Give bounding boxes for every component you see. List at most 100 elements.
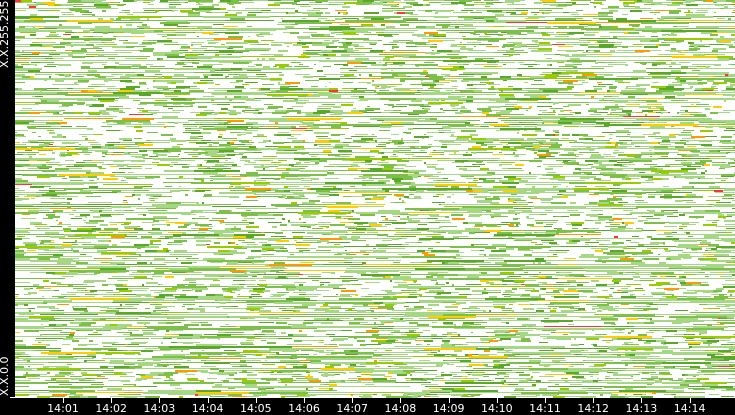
heatmap-cell [640, 278, 670, 279]
heatmap-cell [107, 88, 120, 89]
heatmap-cell [378, 210, 386, 212]
heatmap-cell [559, 154, 561, 156]
heatmap-cell [47, 130, 54, 131]
heatmap-cell [427, 190, 438, 191]
heatmap-cell [596, 120, 649, 121]
heatmap-cell [348, 168, 357, 170]
heatmap-cell [730, 158, 735, 160]
heatmap-cell [50, 142, 54, 143]
heatmap-cell [460, 110, 471, 112]
heatmap-cell [352, 240, 366, 241]
heatmap-cell [595, 230, 611, 231]
heatmap-cell [522, 122, 534, 123]
heatmap-cell [529, 276, 533, 277]
heatmap-cell [686, 232, 690, 234]
heatmap-cell [51, 282, 56, 284]
heatmap-cell [28, 154, 36, 155]
heatmap-cell [343, 12, 346, 14]
heatmap-cell [537, 124, 562, 126]
heatmap-cell [657, 122, 667, 123]
heatmap-cell [606, 62, 609, 63]
heatmap-cell [729, 4, 732, 5]
heatmap-cell [378, 144, 386, 145]
heatmap-cell [249, 118, 287, 120]
heatmap-cell [563, 106, 569, 107]
heatmap-cell [570, 202, 576, 204]
heatmap-cell [245, 144, 252, 145]
heatmap-cell [210, 176, 225, 177]
heatmap-cell [198, 2, 200, 4]
heatmap-cell [451, 106, 455, 107]
heatmap-cell [398, 142, 404, 144]
heatmap-cell [448, 64, 455, 65]
heatmap-cell [141, 164, 152, 165]
heatmap-cell [62, 104, 73, 106]
heatmap-cell [705, 276, 709, 277]
heatmap-cell [402, 200, 404, 202]
heatmap-cell [588, 110, 597, 112]
heatmap-cell [646, 68, 696, 69]
heatmap-cell [47, 100, 59, 102]
heatmap-cell [367, 116, 400, 117]
heatmap-cell [715, 4, 724, 6]
heatmap-cell [96, 230, 136, 231]
heatmap-cell [51, 0, 55, 1]
heatmap-cell [257, 196, 260, 197]
heatmap-cell [51, 240, 54, 241]
heatmap-cell [102, 156, 105, 157]
heatmap-cell [516, 10, 528, 11]
heatmap-cell [722, 212, 735, 213]
heatmap-cell [641, 160, 652, 162]
heatmap-cell [459, 66, 464, 68]
heatmap-cell [586, 50, 588, 52]
heatmap-cell [270, 182, 325, 183]
heatmap-cell [726, 216, 732, 217]
heatmap-cell [474, 150, 487, 151]
heatmap-cell [522, 210, 532, 212]
heatmap-cell [478, 50, 486, 51]
heatmap-cell [65, 160, 74, 161]
heatmap-cell [681, 50, 685, 51]
heatmap-cell [192, 156, 198, 157]
heatmap-cell [394, 12, 397, 14]
heatmap-cell [384, 182, 386, 184]
heatmap-cell [346, 280, 350, 282]
heatmap-cell [664, 198, 672, 199]
heatmap-cell [623, 4, 629, 6]
heatmap-cell [569, 142, 583, 143]
heatmap-cell [484, 2, 486, 3]
heatmap-cell [676, 176, 691, 178]
heatmap-cell [382, 156, 388, 158]
heatmap-cell [262, 60, 306, 61]
heatmap-cell [215, 168, 219, 170]
heatmap-cell [581, 254, 594, 256]
heatmap-cell [691, 104, 694, 105]
heatmap-cell [383, 178, 392, 179]
heatmap-cell [402, 90, 417, 91]
heatmap-cell [109, 154, 123, 155]
heatmap-cell [291, 188, 307, 189]
heatmap-cell [315, 44, 329, 46]
heatmap-cell [143, 122, 151, 124]
heatmap-cell [604, 244, 612, 245]
heatmap-cell [518, 250, 533, 251]
heatmap-cell [563, 160, 568, 162]
heatmap-cell [671, 70, 681, 72]
heatmap-cell [15, 260, 30, 261]
heatmap-cell [722, 196, 724, 197]
heatmap-cell [97, 90, 103, 92]
heatmap-cell [49, 248, 64, 249]
heatmap-cell [330, 114, 342, 115]
heatmap-cell [35, 26, 44, 27]
heatmap-cell [67, 206, 71, 208]
heatmap-cell [620, 188, 676, 190]
heatmap-cell [294, 66, 309, 67]
heatmap-cell [30, 34, 36, 36]
heatmap-cell [559, 232, 567, 233]
heatmap-cell [386, 176, 401, 178]
heatmap-cell [197, 164, 200, 166]
heatmap-cell [442, 144, 447, 145]
heatmap-cell [100, 214, 111, 216]
heatmap-cell [187, 130, 200, 131]
heatmap-cell [85, 138, 88, 140]
